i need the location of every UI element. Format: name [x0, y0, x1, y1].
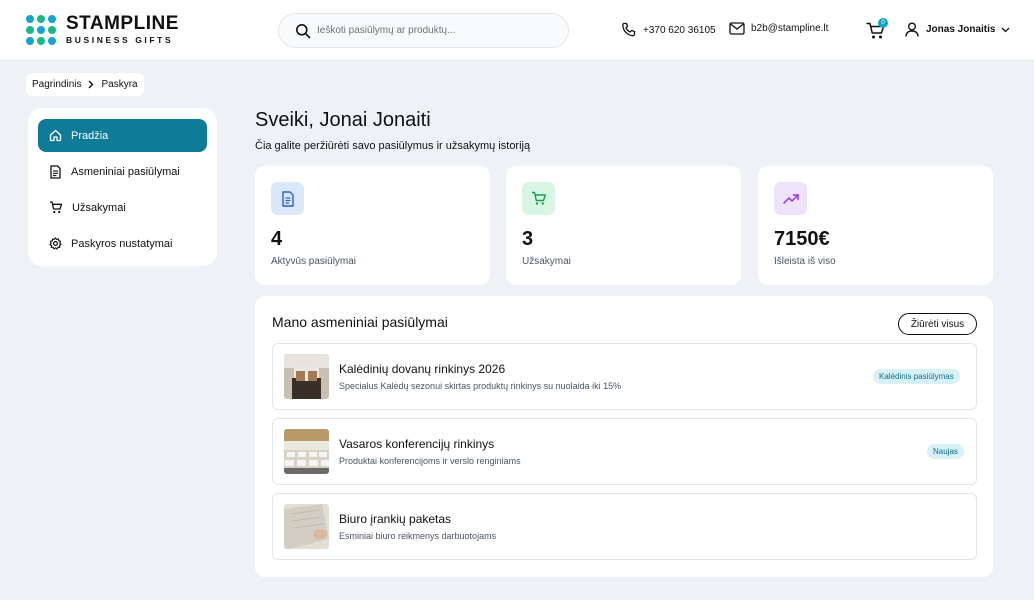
stat-label: Išleista iš viso	[774, 256, 836, 267]
offer-thumbnail-image	[284, 504, 329, 549]
sidebar-item-asmeniniai-pasiulymai[interactable]: Asmeniniai pasiūlymai	[38, 155, 207, 188]
offer-thumbnail-image	[284, 429, 329, 474]
phone-icon	[622, 22, 636, 37]
offer-card-conference[interactable]: Vasaros konferencijų rinkinys Produktai …	[272, 418, 977, 485]
sidebar-item-uzsakymai[interactable]: Užsakymai	[38, 191, 207, 224]
sidebar: Pradžia Asmeniniai pasiūlymai Užsakymai …	[28, 108, 217, 266]
breadcrumb: Pagrindinis Paskyra	[26, 73, 144, 96]
phone-number: +370 620 36105	[643, 24, 716, 36]
stat-value: 3	[522, 228, 534, 250]
breadcrumb-current: Paskyra	[101, 79, 138, 90]
offers-section-title: Mano asmeniniai pasiūlymai	[272, 314, 448, 330]
offer-title: Kalėdinių dovanų rinkinys 2026	[339, 362, 506, 376]
page-title: Sveiki, Jonai Jonaiti	[255, 109, 431, 131]
phone-contact[interactable]: +370 620 36105	[621, 22, 716, 38]
email-contact[interactable]: b2b@stampline.lt	[729, 22, 828, 35]
stampline-logo[interactable]: STAMPLINE BUSINESS GIFTS	[26, 14, 179, 45]
top-header: STAMPLINE BUSINESS GIFTS +370 620 36105 …	[0, 0, 1034, 61]
offer-card-christmas[interactable]: Kalėdinių dovanų rinkinys 2026 Specialus…	[272, 343, 977, 410]
offers-panel: Mano asmeniniai pasiūlymai Žiūrėti visus…	[255, 296, 993, 577]
page-subtitle: Čia galite peržiūrėti savo pasiūlymus ir…	[255, 140, 531, 152]
cart-icon	[50, 201, 63, 214]
sidebar-item-pradzia[interactable]: Pradžia	[38, 119, 207, 152]
sidebar-item-label: Asmeniniai pasiūlymai	[71, 165, 180, 178]
search-input[interactable]	[317, 25, 547, 36]
search-icon	[296, 23, 311, 38]
offer-badge: Naujas	[927, 444, 964, 459]
cart-icon	[522, 182, 555, 215]
offer-description: Specialus Kalėdų sezonui skirtas produkt…	[339, 381, 622, 391]
offer-description: Esminiai biuro reikmenys darbuotojams	[339, 531, 497, 541]
offer-thumbnail-image	[284, 354, 329, 399]
home-icon	[49, 129, 62, 142]
offer-card-office[interactable]: Biuro įrankių paketas Esminiai biuro rei…	[272, 493, 977, 560]
stat-card-orders: 3 Užsakymai	[506, 166, 741, 285]
stat-card-active-offers: 4 Aktyvūs pasiūlymai	[255, 166, 490, 285]
sidebar-item-paskyros-nustatymai[interactable]: Paskyros nustatymai	[38, 227, 207, 260]
logo-dots-icon	[26, 14, 56, 45]
stat-value: 4	[271, 228, 283, 250]
stat-label: Užsakymai	[522, 256, 571, 267]
view-all-button[interactable]: Žiūrėti visus	[898, 313, 977, 335]
trend-up-icon	[774, 182, 807, 215]
stat-label: Aktyvūs pasiūlymai	[271, 256, 357, 267]
logo-main-text: STAMPLINE	[66, 13, 179, 34]
cart-count-badge: 0	[878, 18, 888, 28]
chevron-right-icon	[88, 80, 94, 89]
gear-icon	[49, 237, 62, 250]
user-menu[interactable]: Jonas Jonaitis	[905, 22, 1010, 37]
user-name: Jonas Jonaitis	[926, 24, 996, 35]
sidebar-item-label: Pradžia	[71, 129, 109, 142]
offer-badge: Kalėdinis pasiūlymas	[873, 369, 960, 384]
breadcrumb-home-link[interactable]: Pagrindinis	[32, 79, 81, 90]
chevron-down-icon	[1002, 27, 1010, 32]
sidebar-item-label: Paskyros nustatymai	[71, 237, 173, 250]
email-address: b2b@stampline.lt	[751, 23, 829, 34]
user-icon	[905, 22, 919, 37]
offer-description: Produktai konferencijoms ir verslo rengi…	[339, 456, 521, 466]
document-icon	[50, 164, 61, 179]
offer-title: Biuro įrankių paketas	[339, 512, 452, 526]
logo-sub-text: BUSINESS GIFTS	[66, 35, 174, 45]
document-icon	[271, 182, 304, 215]
sidebar-item-label: Užsakymai	[72, 201, 126, 214]
offer-title: Vasaros konferencijų rinkinys	[339, 437, 495, 451]
stat-value: 7150€	[774, 228, 830, 250]
stat-card-total-spent: 7150€ Išleista iš viso	[758, 166, 993, 285]
mail-icon	[729, 22, 745, 35]
search-bar[interactable]	[278, 13, 569, 48]
